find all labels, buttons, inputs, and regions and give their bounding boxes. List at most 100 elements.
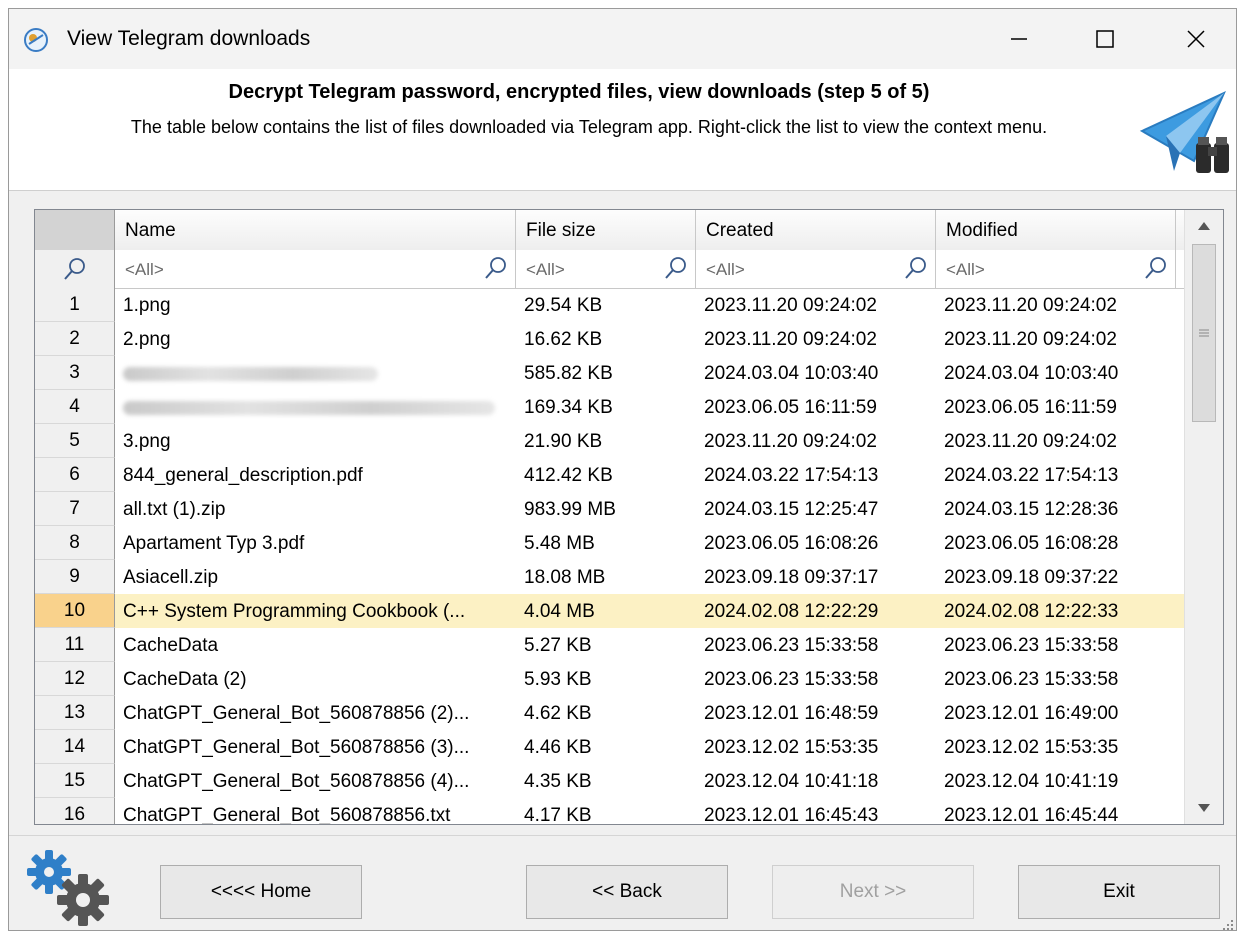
table-row[interactable]: 2 2.png 16.62 KB 2023.11.20 09:24:02 2023.11…	[35, 322, 1185, 356]
cell-modified: 2023.06.23 15:33:58	[944, 669, 1119, 690]
table-row[interactable]: 1 1.png 29.54 KB 2023.11.20 09:24:02 2023.11…	[35, 288, 1185, 322]
cell-modified: 2024.03.04 10:03:40	[944, 363, 1119, 384]
table-row[interactable]: 7 all.txt (1).zip 983.99 MB 2024.03.15 12:2…	[35, 492, 1185, 526]
column-header-modified[interactable]: Modified	[936, 210, 1176, 250]
step-title: Decrypt Telegram password, encrypted fil…	[228, 81, 930, 103]
cell-name: ChatGPT_General_Bot_560878856 (3)...	[123, 737, 470, 758]
row-number: 9	[35, 560, 115, 594]
window-title: View Telegram downloads	[67, 27, 311, 50]
search-icon[interactable]	[663, 255, 689, 281]
filter-corner	[35, 250, 115, 288]
table-row[interactable]: 10 C++ System Programming Cookbook (... 4.…	[35, 594, 1185, 628]
resize-grip-icon[interactable]	[1220, 917, 1234, 931]
column-header-created[interactable]: Created	[696, 210, 936, 250]
cell-modified: 2023.12.01 16:49:00	[944, 703, 1119, 724]
cell-name: CacheData	[123, 635, 219, 656]
cell-name: Asiacell.zip	[123, 567, 219, 588]
row-number: 1	[35, 288, 115, 322]
minimize-button[interactable]	[989, 19, 1049, 59]
cell-modified: 2023.11.20 09:24:02	[944, 329, 1117, 350]
filter-row: <All> <All> <All> <All>	[35, 250, 1185, 289]
table-row[interactable]: 16 ChatGPT_General_Bot_560878856.txt 4.17 …	[35, 798, 1185, 825]
maximize-button[interactable]	[1075, 19, 1135, 59]
row-number: 15	[35, 764, 115, 798]
filter-placeholder: <All>	[706, 260, 745, 279]
filter-created-input[interactable]: <All>	[696, 250, 936, 288]
column-header-name[interactable]: Name	[115, 210, 516, 250]
scroll-thumb[interactable]	[1192, 244, 1216, 422]
cell-created: 2024.03.04 10:03:40	[704, 363, 879, 384]
cell-file-size: 5.93 KB	[524, 669, 592, 690]
table-row[interactable]: 4 169.34 KB 2023.06.05 16:11:59 2023.06.05 …	[35, 390, 1185, 424]
exit-button[interactable]: Exit	[1018, 865, 1220, 919]
title-bar: View Telegram downloads	[9, 9, 1236, 69]
header-corner	[35, 210, 115, 250]
cell-created: 2023.12.02 15:53:35	[704, 737, 879, 758]
wizard-footer: <<<< Home << Back Next >> Exit	[9, 835, 1236, 931]
row-number: 8	[35, 526, 115, 560]
cell-modified: 2023.12.02 15:53:35	[944, 737, 1119, 758]
table-row[interactable]: 15 ChatGPT_General_Bot_560878856 (4)... 4.…	[35, 764, 1185, 798]
cell-file-size: 4.35 KB	[524, 771, 592, 792]
cell-created: 2023.12.01 16:45:43	[704, 805, 879, 825]
cell-created: 2024.02.08 12:22:29	[704, 601, 879, 622]
cell-file-size: 16.62 KB	[524, 329, 603, 350]
filter-name-input[interactable]: <All>	[115, 250, 516, 288]
cell-modified: 2023.11.20 09:24:02	[944, 295, 1117, 316]
cell-created: 2024.03.15 12:25:47	[704, 499, 879, 520]
cell-name: all.txt (1).zip	[123, 499, 226, 520]
search-icon[interactable]	[903, 255, 929, 281]
table-row[interactable]: 5 3.png 21.90 KB 2023.11.20 09:24:02 2023.11…	[35, 424, 1185, 458]
cell-file-size: 5.27 KB	[524, 635, 592, 656]
cell-name: Apartament Typ 3.pdf	[123, 533, 305, 554]
close-button[interactable]	[1166, 19, 1226, 59]
filter-modified-input[interactable]: <All>	[936, 250, 1176, 288]
cell-modified: 2023.09.18 09:37:22	[944, 567, 1119, 588]
cell-file-size: 21.90 KB	[524, 431, 603, 452]
next-button[interactable]: Next >>	[772, 865, 974, 919]
redacted-filename	[123, 367, 378, 381]
search-icon[interactable]	[483, 255, 509, 281]
filter-size-input[interactable]: <All>	[516, 250, 696, 288]
cell-name: ChatGPT_General_Bot_560878856 (2)...	[123, 703, 470, 724]
row-number: 13	[35, 696, 115, 730]
table-row[interactable]: 3 585.82 KB 2024.03.04 10:03:40 2024.03.04 …	[35, 356, 1185, 390]
cell-file-size: 29.54 KB	[524, 295, 603, 316]
table-row[interactable]: 8 Apartament Typ 3.pdf 5.48 MB 2023.06.05 1…	[35, 526, 1185, 560]
cell-file-size: 4.62 KB	[524, 703, 592, 724]
row-number: 7	[35, 492, 115, 526]
wizard-header: Decrypt Telegram password, encrypted fil…	[9, 69, 1236, 191]
row-number: 10	[35, 594, 115, 628]
table-row[interactable]: 11 CacheData 5.27 KB 2023.06.23 15:33:58 202…	[35, 628, 1185, 662]
search-icon[interactable]	[1143, 255, 1169, 281]
cell-modified: 2024.03.22 17:54:13	[944, 465, 1119, 486]
scroll-down-button[interactable]	[1185, 792, 1223, 824]
search-icon	[63, 258, 85, 280]
scroll-up-button[interactable]	[1185, 210, 1223, 242]
cell-created: 2023.06.05 16:08:26	[704, 533, 879, 554]
table-row[interactable]: 13 ChatGPT_General_Bot_560878856 (2)... 4.…	[35, 696, 1185, 730]
cell-created: 2023.09.18 09:37:17	[704, 567, 879, 588]
table-row[interactable]: 14 ChatGPT_General_Bot_560878856 (3)... 4.…	[35, 730, 1185, 764]
cell-file-size: 4.46 KB	[524, 737, 592, 758]
row-number: 11	[35, 628, 115, 662]
home-button[interactable]: <<<< Home	[160, 865, 362, 919]
row-number: 12	[35, 662, 115, 696]
table-row[interactable]: 9 Asiacell.zip 18.08 MB 2023.09.18 09:37:17…	[35, 560, 1185, 594]
arrow-up-icon	[1198, 222, 1210, 230]
grip-lines-icon	[1199, 329, 1209, 337]
table-row[interactable]: 6 844_general_description.pdf 412.42 KB 202…	[35, 458, 1185, 492]
table-row[interactable]: 12 CacheData (2) 5.93 KB 2023.06.23 15:33:5…	[35, 662, 1185, 696]
row-number: 5	[35, 424, 115, 458]
downloads-table[interactable]: Name File size Created Modified <All> <A…	[34, 209, 1224, 825]
filter-placeholder: <All>	[526, 260, 565, 279]
cell-created: 2023.06.05 16:11:59	[704, 397, 877, 418]
column-header-file-size[interactable]: File size	[516, 210, 696, 250]
cell-created: 2024.03.22 17:54:13	[704, 465, 879, 486]
row-number: 4	[35, 390, 115, 424]
row-number: 16	[35, 798, 115, 824]
step-description: The table below contains the list of fil…	[130, 117, 1048, 137]
cell-modified: 2023.06.23 15:33:58	[944, 635, 1119, 656]
vertical-scrollbar[interactable]	[1184, 210, 1223, 824]
back-button[interactable]: << Back	[526, 865, 728, 919]
